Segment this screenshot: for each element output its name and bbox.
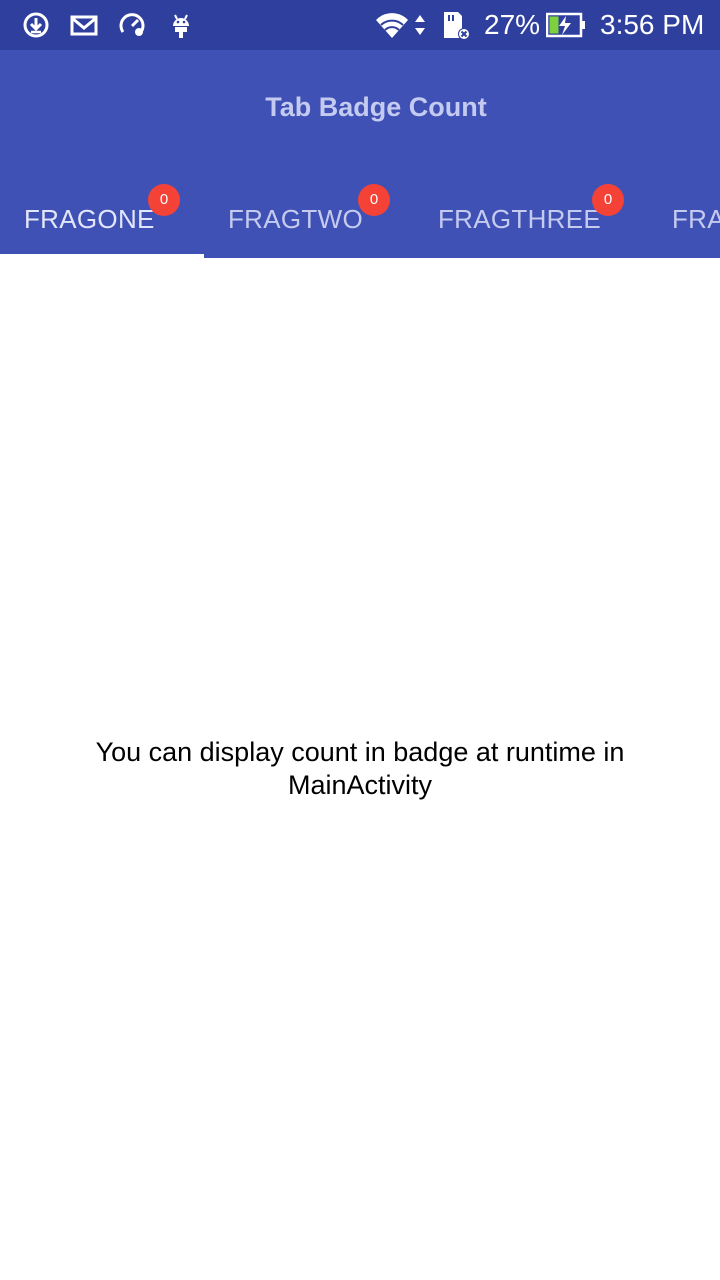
tab-fragone[interactable]: FRAGONE 0 [0,180,204,258]
download-icon [21,10,51,40]
android-icon [166,10,196,40]
mail-icon [69,10,99,40]
battery-percent: 27% [484,9,541,40]
tab-label: FRA [672,204,720,234]
tab-label: FRAGONE [24,204,155,234]
fragment-content: You can display count in badge at runtim… [0,258,720,1280]
tab-label: FRAGTWO [228,204,363,234]
page-title: Tab Badge Count [265,92,487,122]
content-message: You can display count in badge at runtim… [95,737,625,800]
badge-count: 0 [148,184,180,216]
badge-count: 0 [592,184,624,216]
clock: 3:56 PM [600,9,705,40]
badge-count: 0 [358,184,390,216]
wifi-icon [374,10,410,40]
status-bar: 27% 3:56 PM [0,0,720,50]
tab-fragtwo[interactable]: FRAGTWO 0 [204,180,414,258]
battery-charging-icon [546,10,586,40]
speed-icon [117,10,147,40]
tab-label: FRAGTHREE [438,204,602,234]
data-arrows-icon [412,10,428,40]
tab-fragthree[interactable]: FRAGTHREE 0 [414,180,648,258]
app-bar: Tab Badge Count FRAGONE 0 FRAGTWO 0 FRAG… [0,50,720,258]
tab-fragfour-partial[interactable]: FRA [648,180,720,258]
sd-card-icon [440,10,470,40]
tab-bar: FRAGONE 0 FRAGTWO 0 FRAGTHREE 0 FRA [0,180,720,258]
